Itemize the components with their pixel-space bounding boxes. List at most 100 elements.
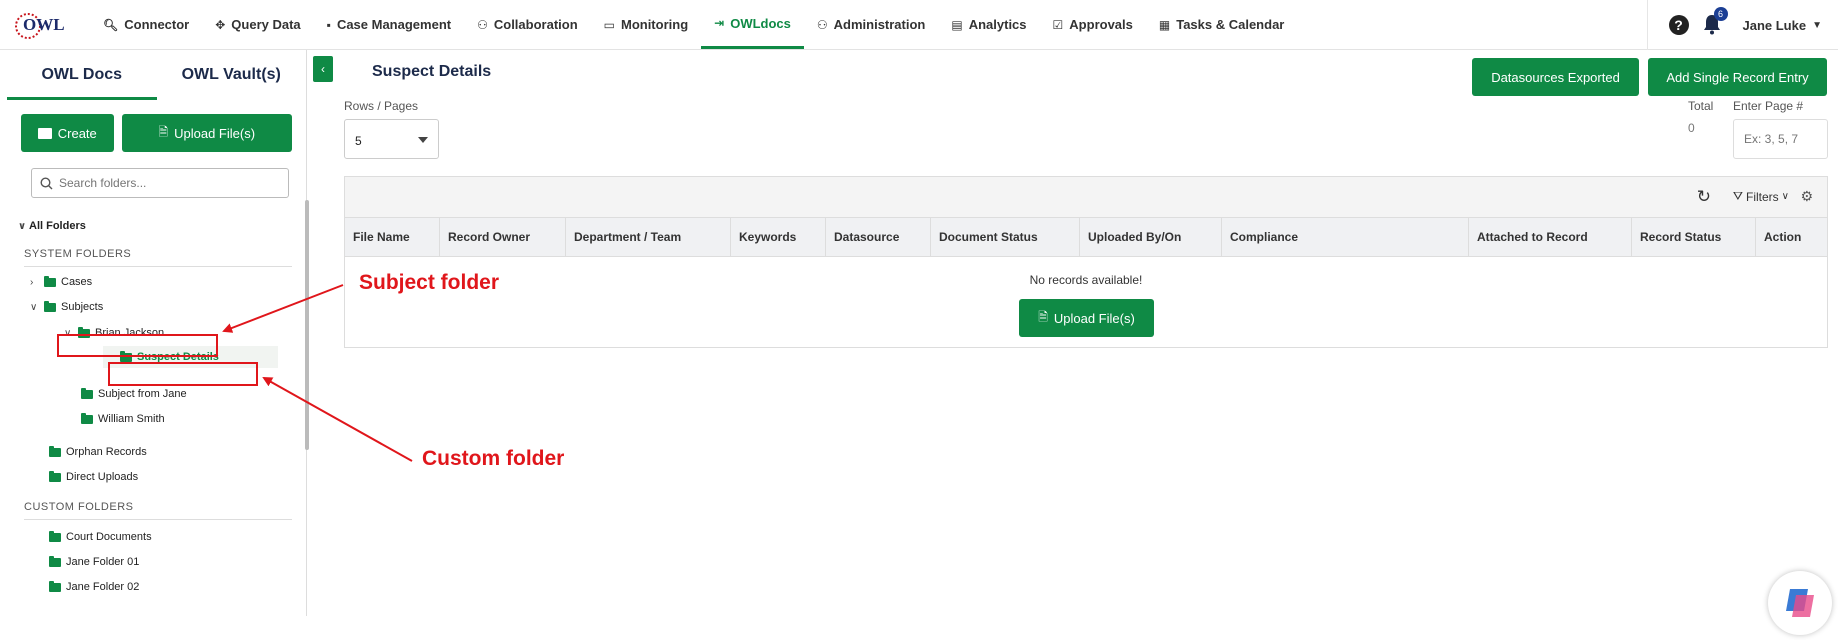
page-title: Suspect Details: [372, 63, 491, 81]
nav-item-query-data[interactable]: ✥Query Data: [202, 0, 313, 49]
column-header[interactable]: Department / Team: [566, 218, 731, 257]
upload-files-button[interactable]: 🗎 Upload File(s): [122, 114, 292, 152]
nav-item-label: OWLdocs: [730, 16, 791, 31]
column-header[interactable]: Uploaded By/On: [1080, 218, 1222, 257]
folder-direct-uploads[interactable]: Direct Uploads: [49, 471, 138, 483]
folder-william-smith[interactable]: William Smith: [81, 413, 165, 425]
folder-label: Subject from Jane: [98, 388, 187, 400]
folder-subjects[interactable]: ∨ Subjects: [30, 301, 103, 313]
gear-icon[interactable]: ⚙: [1800, 188, 1813, 205]
nav-item-case-management[interactable]: ▪ Case Management: [314, 0, 464, 49]
rows-pages-label: Rows / Pages: [344, 99, 418, 113]
folder-icon: [81, 415, 93, 424]
nav-item-label: Administration: [834, 17, 926, 32]
folder-label: William Smith: [98, 413, 165, 425]
folder-label: Cases: [61, 276, 92, 288]
enter-page-label: Enter Page #: [1733, 99, 1803, 113]
folder-jane-folder-02[interactable]: Jane Folder 02: [49, 581, 139, 593]
nav-item-analytics[interactable]: ▤Analytics: [938, 0, 1039, 49]
main-menu: 🔍︎Connector✥Query Data ▪ Case Management ⚇C…: [90, 0, 1297, 50]
column-header[interactable]: File Name: [345, 218, 440, 257]
notification-bell-icon[interactable]: 6: [1703, 13, 1723, 37]
column-header[interactable]: Record Status: [1632, 218, 1756, 257]
search-icon: 🔍︎: [103, 18, 118, 32]
nav-item-connector[interactable]: 🔍︎Connector: [90, 0, 202, 49]
file-pdf-icon: 🗎: [1038, 308, 1048, 329]
column-header[interactable]: Document Status: [931, 218, 1080, 257]
nav-item-collaboration[interactable]: ⚇Collaboration: [464, 0, 591, 49]
column-header[interactable]: Compliance: [1222, 218, 1469, 257]
upload-files-button[interactable]: 🗎 Upload File(s): [1019, 299, 1154, 337]
folder-subject-from-jane[interactable]: Subject from Jane: [81, 388, 187, 400]
admin-icon: ⚇: [817, 18, 828, 32]
help-icon[interactable]: ?: [1669, 15, 1689, 35]
folder-orphan-records[interactable]: Orphan Records: [49, 446, 147, 458]
add-single-record-button[interactable]: Add Single Record Entry: [1648, 58, 1827, 96]
folder-icon: [44, 278, 56, 287]
briefcase-icon: ▪: [327, 18, 331, 32]
folder-court-documents[interactable]: Court Documents: [49, 531, 152, 543]
nav-item-label: Case Management: [337, 17, 451, 32]
user-menu[interactable]: Jane Luke: [1743, 18, 1807, 33]
refresh-icon[interactable]: ↻: [1697, 187, 1711, 207]
sidebar-scrollbar[interactable]: [305, 200, 309, 450]
column-header[interactable]: Record Owner: [440, 218, 566, 257]
tab-owl-docs[interactable]: OWL Docs: [7, 50, 157, 100]
copilot-assistant-icon[interactable]: [1768, 571, 1832, 635]
nav-item-administration[interactable]: ⚇ Administration: [804, 0, 939, 49]
chevron-down-icon[interactable]: ∨: [30, 302, 40, 313]
filters-label: Filters: [1746, 190, 1779, 204]
file-chart-icon: ▤: [951, 18, 962, 32]
owl-logo[interactable]: OWL: [14, 6, 70, 44]
search-folders-input[interactable]: [59, 176, 279, 190]
calendar-icon: ▦: [1159, 18, 1170, 32]
folder-label: Subjects: [61, 301, 103, 313]
folder-label: Jane Folder 01: [66, 556, 139, 568]
chevron-left-icon: ‹: [321, 62, 325, 76]
nav-item-approvals[interactable]: ☑Approvals: [1040, 0, 1146, 49]
chevron-right-icon[interactable]: ›: [30, 277, 40, 288]
create-folder-button[interactable]: Create: [21, 114, 114, 152]
column-header[interactable]: Keywords: [731, 218, 826, 257]
chevron-down-icon[interactable]: ∨: [18, 221, 28, 232]
folder-jane-folder-01[interactable]: Jane Folder 01: [49, 556, 139, 568]
rows-per-page-select[interactable]: 5: [344, 119, 439, 159]
nav-item-label: Query Data: [231, 17, 300, 32]
folder-label: Direct Uploads: [66, 471, 138, 483]
document-export-icon: ⇥: [714, 16, 724, 30]
nav-item-tasks-calendar[interactable]: ▦Tasks & Calendar: [1146, 0, 1297, 49]
nav-item-owldocs[interactable]: ⇥ OWLdocs: [701, 0, 804, 49]
all-folders-toggle[interactable]: ∨ All Folders: [18, 220, 86, 232]
rows-per-page-value: 5: [355, 134, 362, 148]
folder-icon: [49, 558, 61, 567]
folder-open-icon: [44, 303, 56, 312]
table-header: File Name Record Owner Department / Team…: [345, 218, 1827, 257]
folder-icon: [49, 533, 61, 542]
create-label: Create: [58, 126, 97, 141]
approvals-icon: ☑: [1053, 18, 1064, 32]
datasources-exported-button[interactable]: Datasources Exported: [1472, 58, 1639, 96]
custom-folder-highlight: [108, 362, 258, 386]
custom-folder-annotation: Custom folder: [422, 447, 564, 471]
top-navigation-bar: OWL 🔍︎Connector✥Query Data ▪ Case Manageme…: [0, 0, 1838, 50]
enter-page-input[interactable]: [1733, 119, 1828, 159]
folder-search-box: [31, 168, 289, 198]
tab-owl-vaults[interactable]: OWL Vault(s): [157, 50, 307, 100]
folder-cases[interactable]: › Cases: [30, 276, 92, 288]
sidebar-tabs: OWL Docs OWL Vault(s): [7, 50, 306, 100]
chevron-down-icon[interactable]: ▼: [1812, 20, 1822, 31]
chevron-down-icon: ∨: [1782, 191, 1789, 202]
column-header[interactable]: Action: [1756, 218, 1829, 257]
collapse-sidebar-button[interactable]: ‹: [313, 56, 333, 82]
folder-icon: [49, 448, 61, 457]
folder-icon: [49, 473, 61, 482]
nav-item-monitoring[interactable]: ▭Monitoring: [591, 0, 702, 49]
filters-button[interactable]: ⛛ Filters ∨: [1733, 189, 1789, 204]
column-header[interactable]: Datasource: [826, 218, 931, 257]
column-header[interactable]: Attached to Record: [1469, 218, 1632, 257]
filter-icon: ⛛: [1733, 189, 1743, 204]
file-pdf-icon: 🗎: [158, 123, 168, 144]
nav-right: ? 6 Jane Luke ▼: [1669, 0, 1838, 50]
folder-icon: [38, 128, 52, 139]
notification-count-badge: 6: [1714, 7, 1728, 21]
